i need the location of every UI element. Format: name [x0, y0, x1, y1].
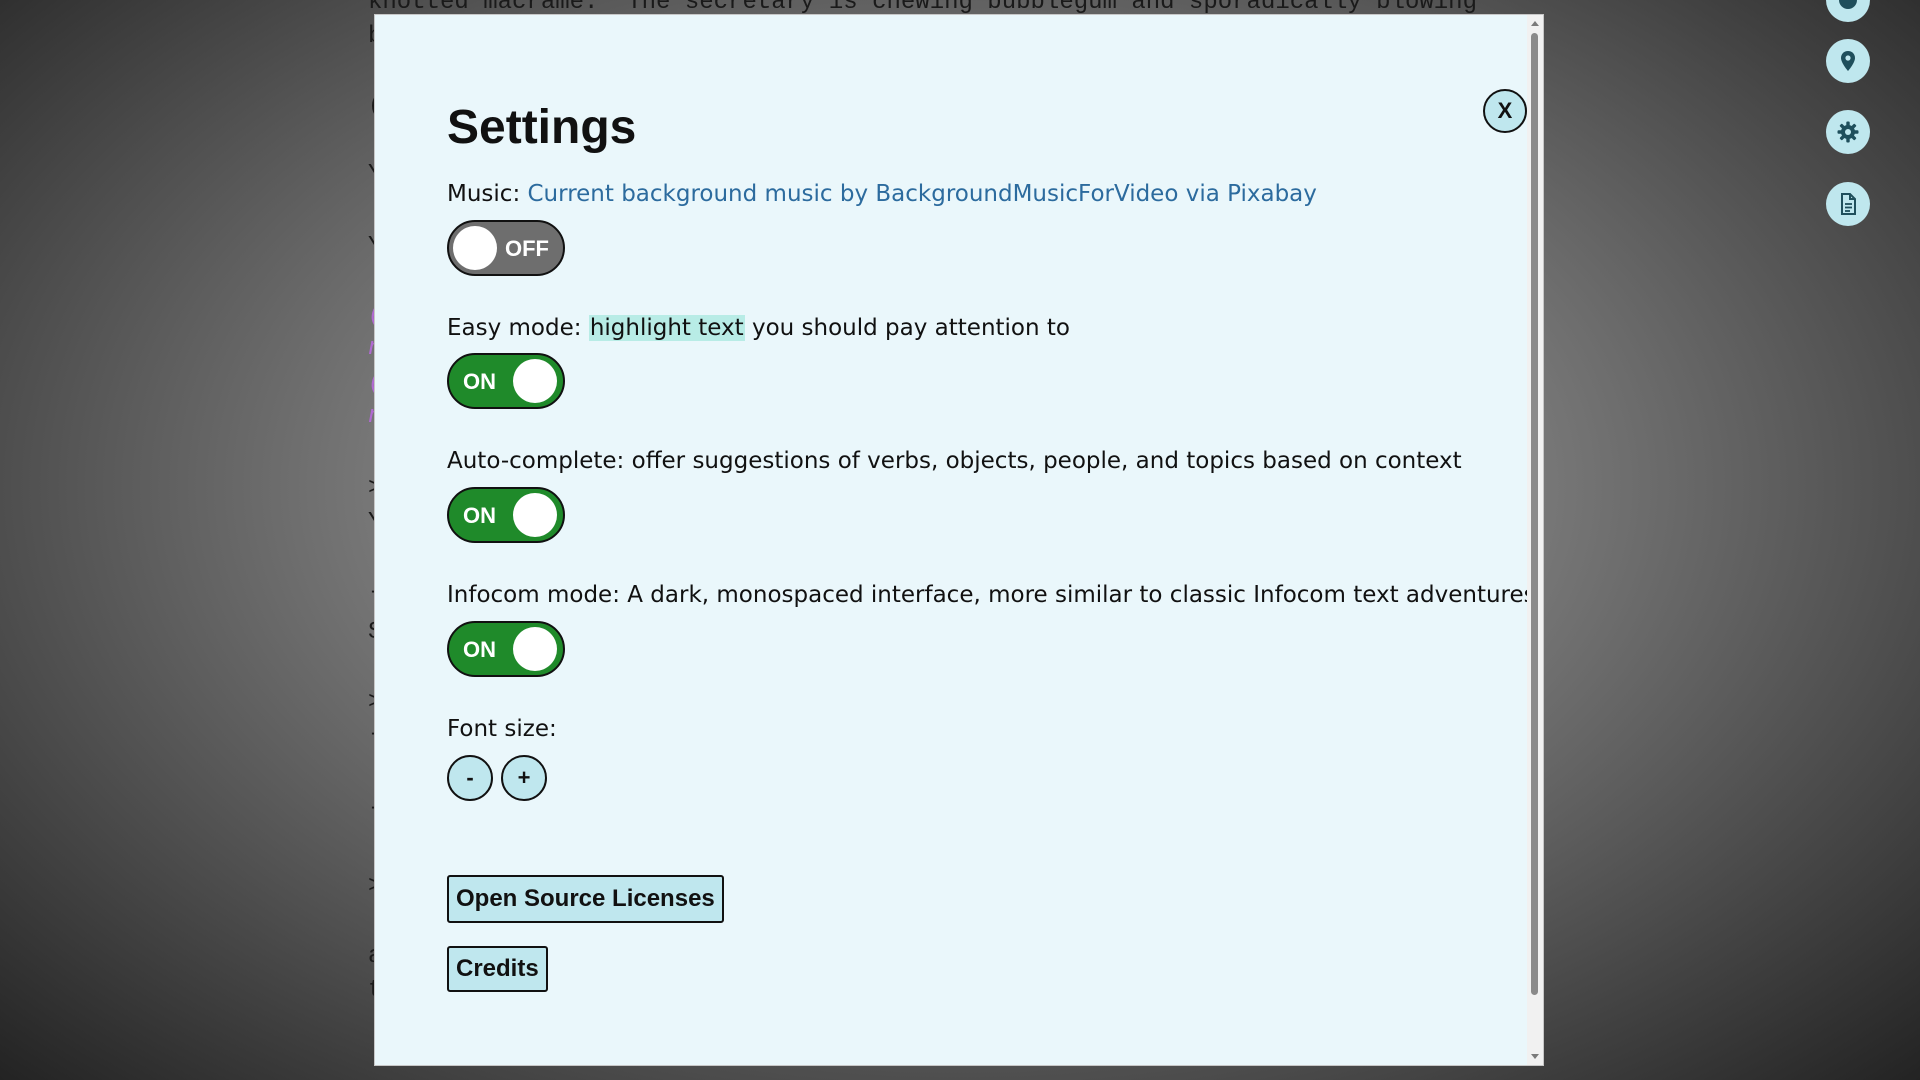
scroll-thumb[interactable]	[1531, 33, 1538, 995]
scrollbar[interactable]	[1527, 15, 1543, 1065]
open-source-licenses-button[interactable]: Open Source Licenses	[447, 875, 724, 923]
infocom-mode-label: Infocom mode: A dark, monospaced interfa…	[447, 582, 1543, 608]
auto-complete-label: Auto-complete: offer suggestions of verb…	[447, 448, 1462, 474]
toggle-state: ON	[463, 369, 496, 394]
location-pin-icon[interactable]	[1826, 39, 1870, 83]
credits-button[interactable]: Credits	[447, 946, 548, 992]
easy-mode-suffix: you should pay attention to	[744, 315, 1070, 341]
scroll-up-icon[interactable]	[1531, 21, 1539, 26]
toggle-knob	[513, 493, 557, 537]
easy-mode-label: Easy mode: highlight text you should pay…	[447, 315, 1070, 341]
document-icon[interactable]	[1826, 182, 1870, 226]
font-size-label: Font size:	[447, 716, 557, 742]
compass-icon[interactable]	[1826, 0, 1870, 22]
infocom-mode-toggle[interactable]: ON	[447, 621, 565, 677]
font-increase-button[interactable]: +	[501, 755, 547, 801]
toggle-state: OFF	[505, 236, 549, 261]
toggle-state: ON	[463, 503, 496, 528]
easy-mode-prefix: Easy mode:	[447, 315, 589, 341]
music-setting-label: Music: Current background music by Backg…	[447, 181, 1317, 207]
close-button[interactable]: X	[1483, 89, 1527, 133]
music-toggle[interactable]: OFF	[447, 220, 565, 276]
music-label: Music:	[447, 181, 528, 207]
toggle-knob	[513, 627, 557, 671]
scroll-down-icon[interactable]	[1531, 1054, 1539, 1059]
music-credit-link[interactable]: Current background music by BackgroundMu…	[528, 181, 1317, 207]
toggle-state: ON	[463, 637, 496, 662]
gear-icon[interactable]	[1826, 110, 1870, 154]
settings-dialog: Settings X Music: Current background mus…	[374, 14, 1544, 1066]
font-decrease-button[interactable]: -	[447, 755, 493, 801]
toggle-knob	[453, 226, 497, 270]
auto-complete-toggle[interactable]: ON	[447, 487, 565, 543]
highlight-sample: highlight text	[588, 315, 745, 341]
easy-mode-toggle[interactable]: ON	[447, 353, 565, 409]
settings-title: Settings	[447, 101, 637, 154]
toggle-knob	[513, 359, 557, 403]
